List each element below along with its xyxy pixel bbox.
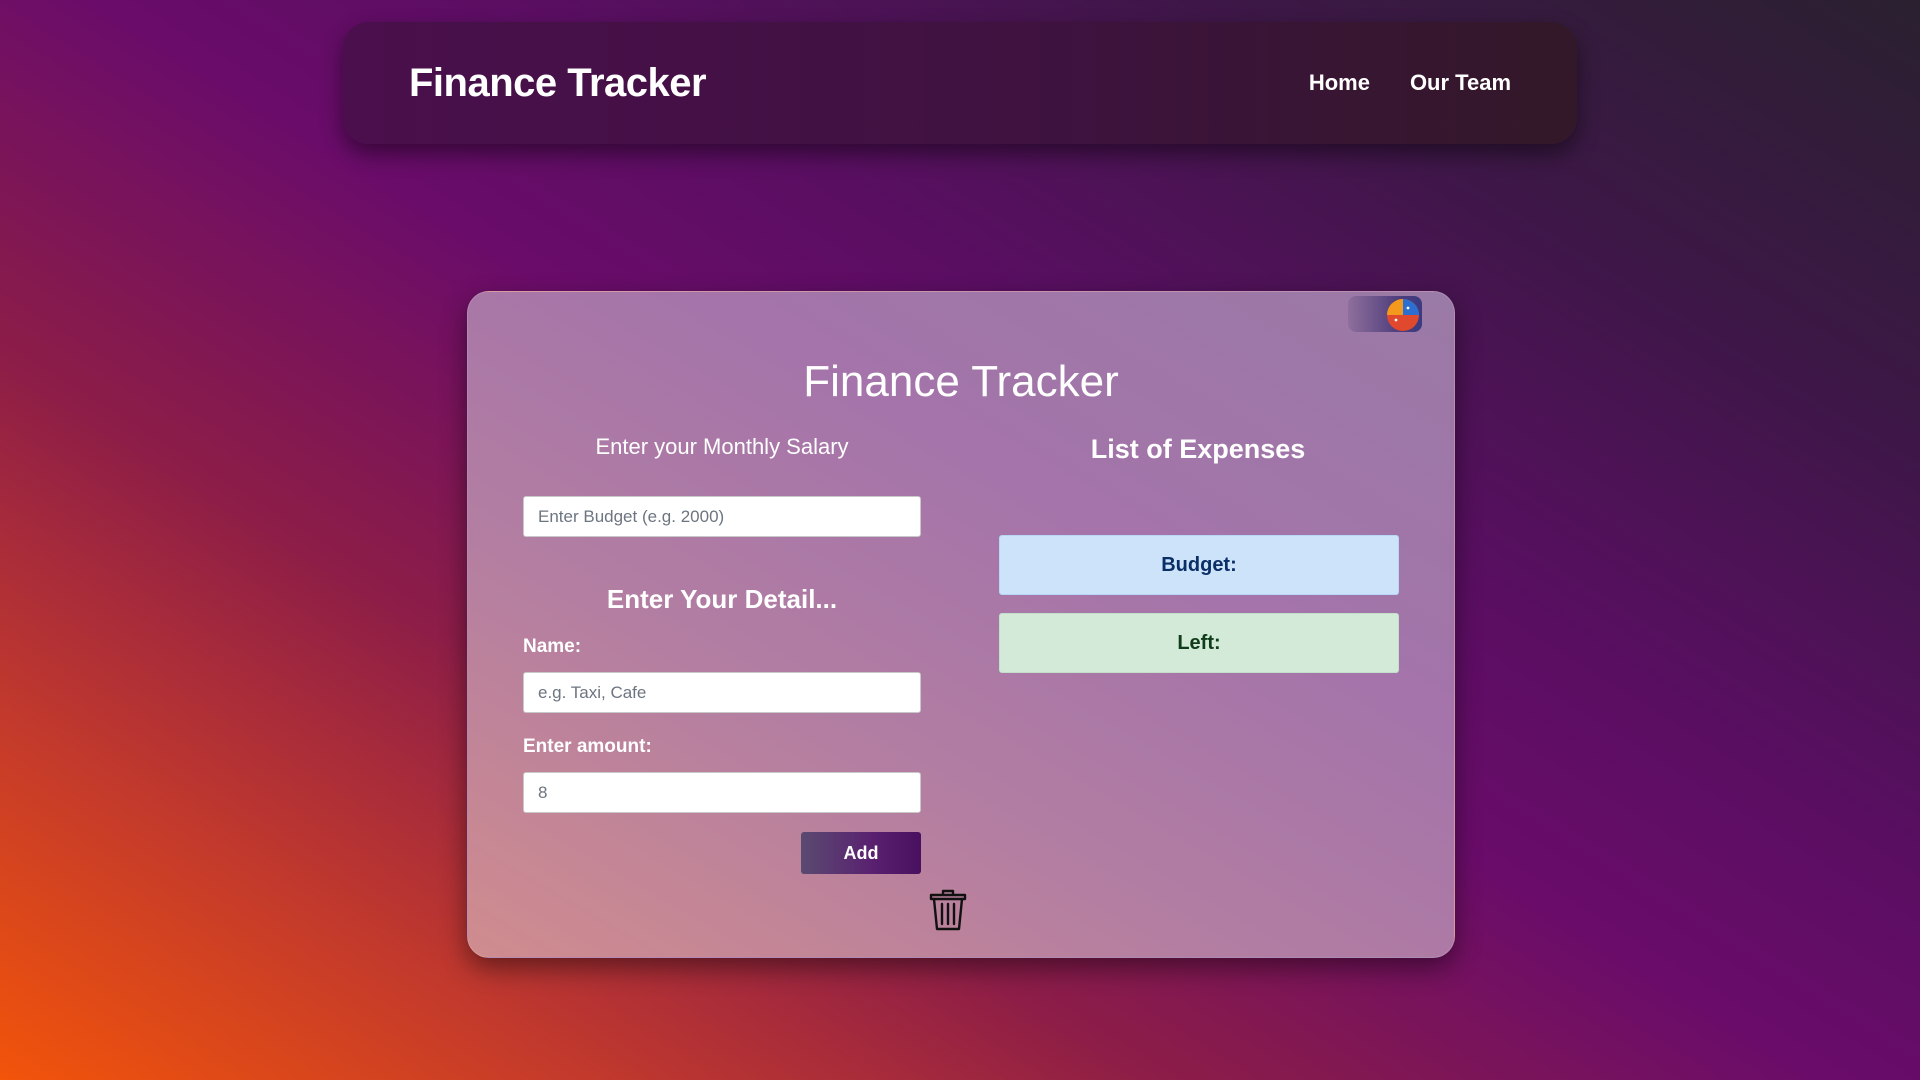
- budget-summary: Budget:: [999, 535, 1399, 595]
- expense-name-input[interactable]: [523, 672, 921, 713]
- nav-link-our-team[interactable]: Our Team: [1410, 70, 1511, 96]
- expense-amount-input[interactable]: [523, 772, 921, 813]
- add-expense-button[interactable]: Add: [801, 832, 921, 874]
- nav-link-home[interactable]: Home: [1309, 70, 1370, 96]
- trash-icon[interactable]: [928, 888, 968, 932]
- salary-label: Enter your Monthly Salary: [595, 434, 849, 459]
- top-navbar: Finance Tracker Home Our Team: [343, 22, 1577, 144]
- nav-links: Home Our Team: [1309, 70, 1511, 96]
- brand-title[interactable]: Finance Tracker: [409, 61, 707, 106]
- budget-input[interactable]: [523, 496, 921, 537]
- pie-chart-icon: [1387, 299, 1419, 331]
- finance-card: Finance Tracker Enter your Monthly Salar…: [467, 291, 1455, 958]
- amount-label: Enter amount:: [523, 736, 652, 757]
- card-title: Finance Tracker: [803, 357, 1119, 407]
- left-summary: Left:: [999, 613, 1399, 673]
- chart-toggle-button[interactable]: [1348, 296, 1422, 332]
- name-label: Name:: [523, 636, 582, 657]
- expenses-heading: List of Expenses: [1090, 434, 1306, 464]
- detail-heading: Enter Your Detail...: [606, 584, 838, 614]
